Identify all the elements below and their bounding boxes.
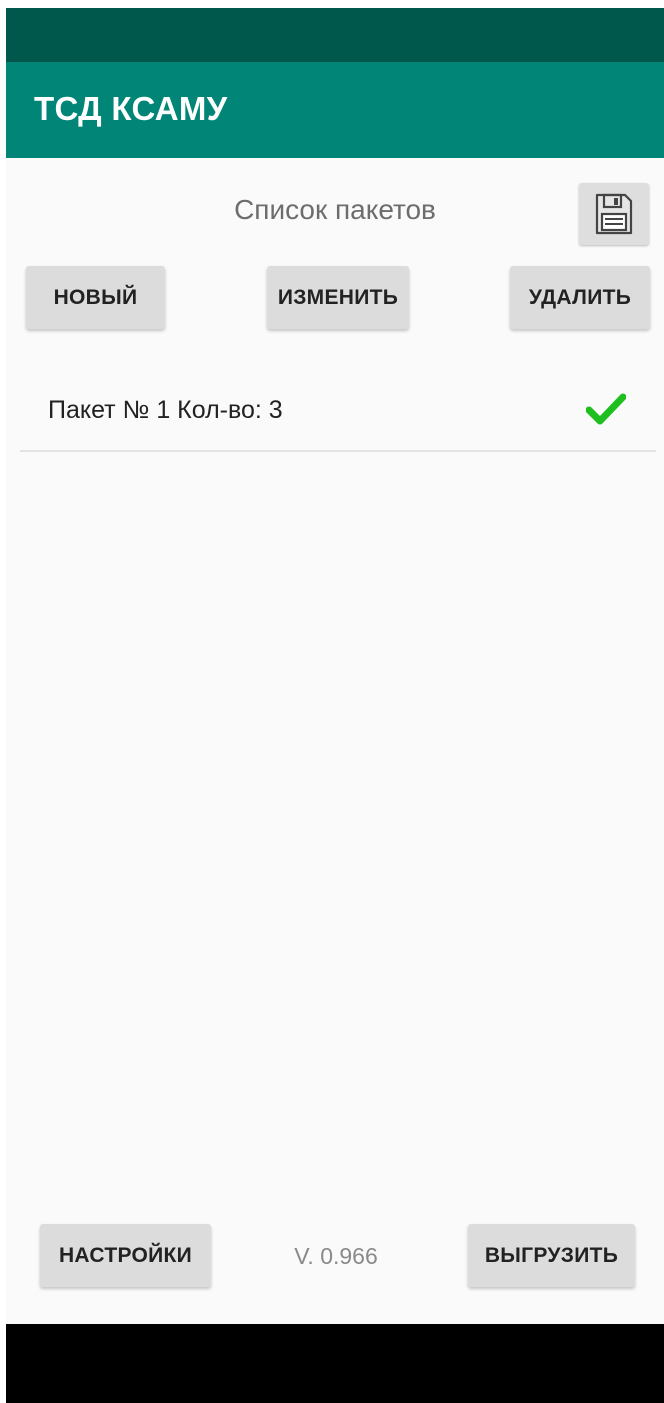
package-label: Пакет № 1 Кол-во: 3: [48, 396, 283, 424]
list-title: Список пакетов: [234, 194, 436, 225]
app-screen: ТСД КСАМУ Список пакетов НОВЫЙ ИЗМЕНИТЬ …: [6, 8, 664, 1403]
new-button[interactable]: НОВЫЙ: [26, 266, 165, 329]
delete-button[interactable]: УДАЛИТЬ: [510, 266, 650, 329]
main-content: Список пакетов НОВЫЙ ИЗМЕНИТЬ УДАЛИТЬ Па…: [6, 158, 664, 1324]
upload-button[interactable]: ВЫГРУЗИТЬ: [468, 1224, 635, 1287]
status-bar: [6, 8, 664, 62]
floppy-disk-icon: [595, 193, 633, 235]
app-bar: ТСД КСАМУ: [6, 62, 664, 158]
settings-button[interactable]: НАСТРОЙКИ: [40, 1224, 211, 1287]
app-title: ТСД КСАМУ: [34, 90, 228, 127]
version-label: V. 0.966: [294, 1243, 378, 1269]
checkmark-icon: [586, 393, 626, 425]
list-item[interactable]: Пакет № 1 Кол-во: 3: [20, 368, 656, 452]
navigation-bar: [6, 1324, 664, 1403]
save-button[interactable]: [579, 183, 649, 245]
edit-button[interactable]: ИЗМЕНИТЬ: [267, 266, 409, 329]
